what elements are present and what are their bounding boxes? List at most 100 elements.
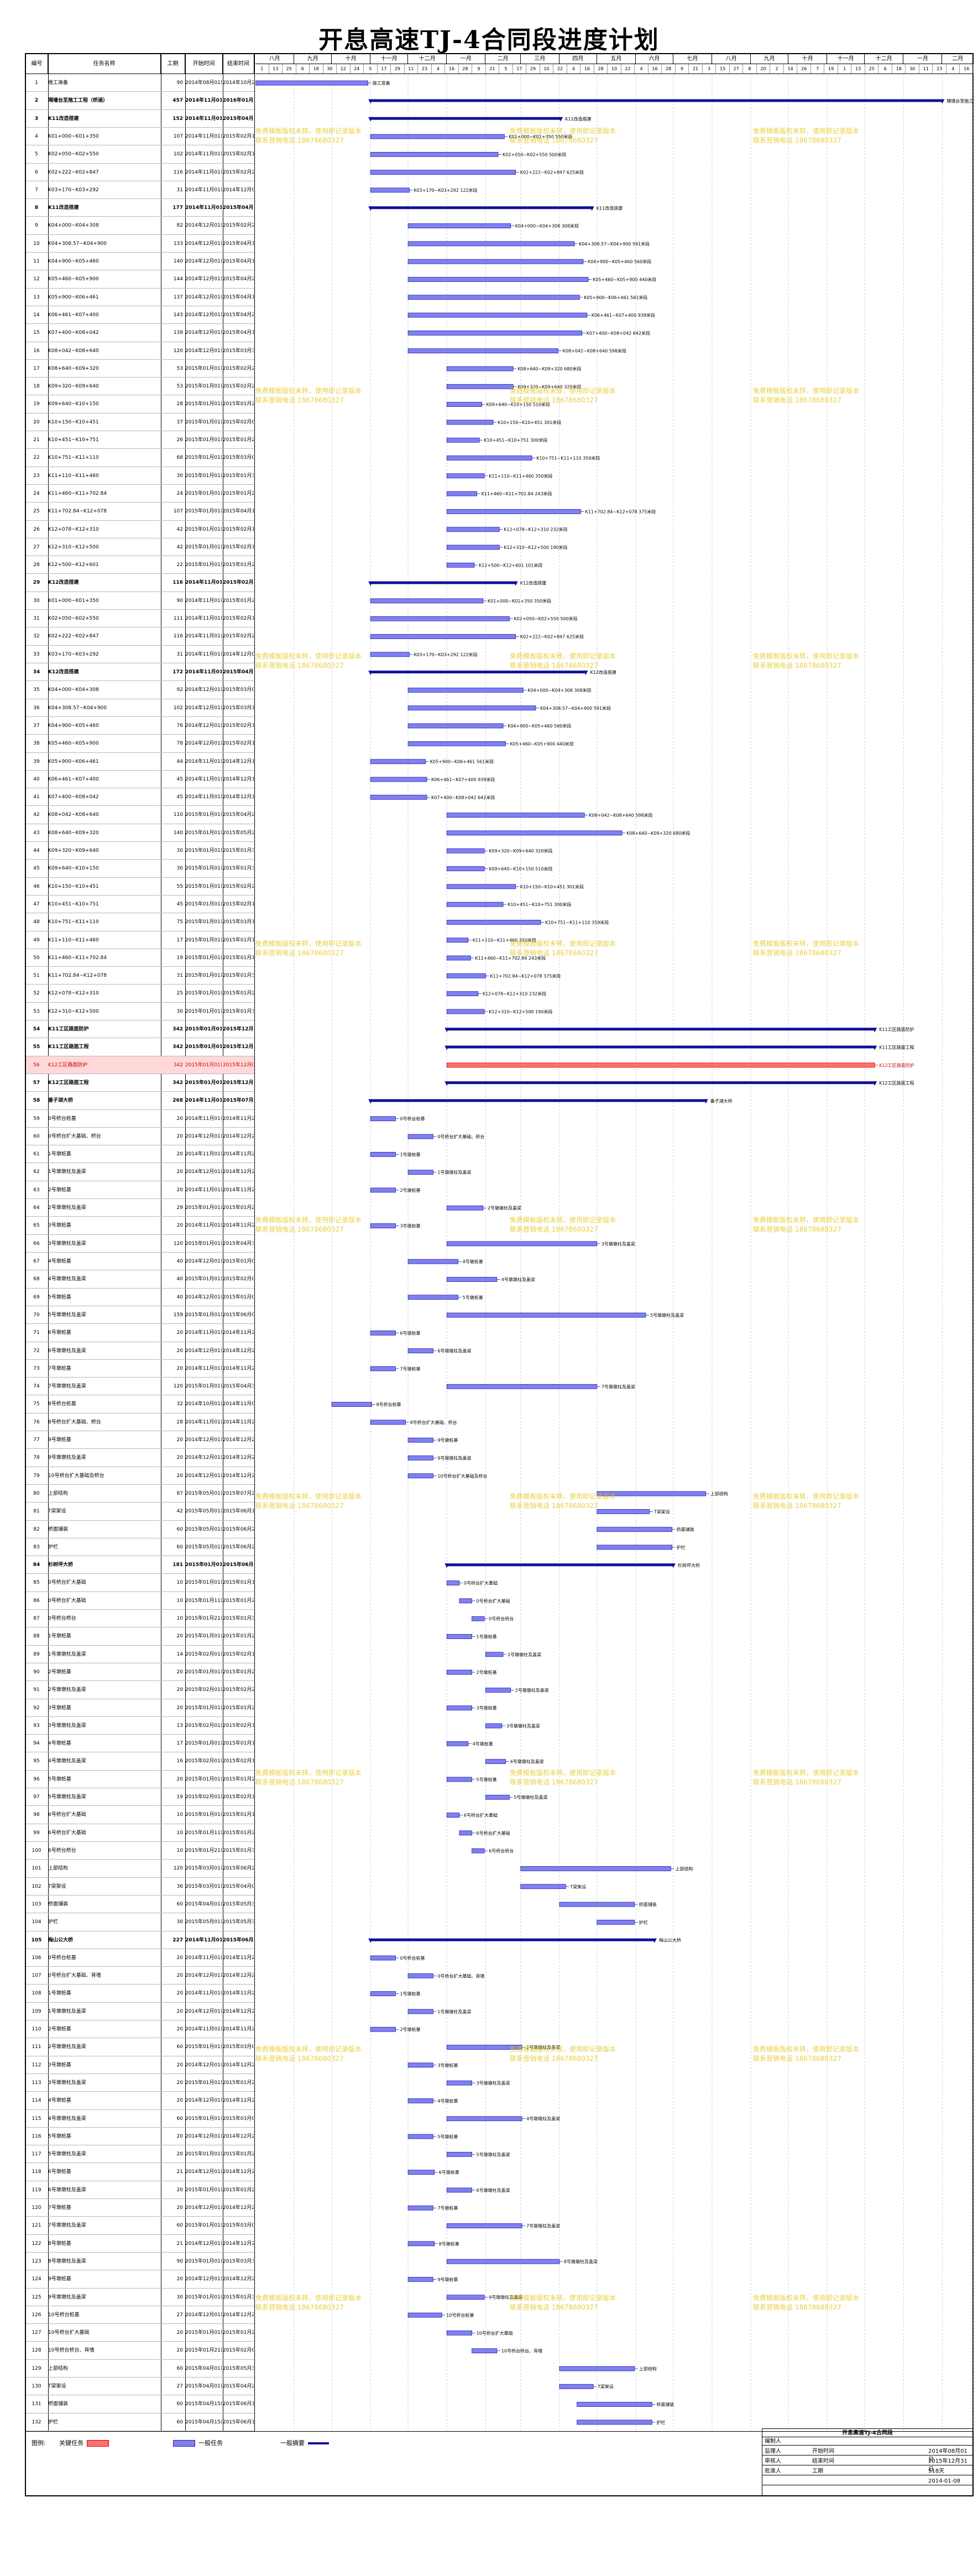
table-row[interactable]: 59 0号桥台桩基 202014年11月01日2014年11月20日: [26, 1110, 254, 1128]
task-bar[interactable]: [520, 1884, 566, 1889]
table-row[interactable]: 105 梅山公大桥 2272014年11月01日2015年06月15日: [26, 1931, 254, 1949]
task-bar[interactable]: [597, 1527, 673, 1532]
table-row[interactable]: 2 隔墙台至施工工程（桥涵） 4572014年11月01日2016年01月31日: [26, 92, 254, 110]
table-row[interactable]: 46 K10+150~K10+451 552015年01月01日2015年02月24…: [26, 878, 254, 896]
table-row[interactable]: 40 K06+461~K07+400 452014年11月01日2014年12月15…: [26, 771, 254, 789]
task-bar[interactable]: [446, 1705, 472, 1711]
summary-bar[interactable]: [447, 1563, 673, 1567]
task-bar[interactable]: [407, 2009, 433, 2014]
task-bar[interactable]: [370, 652, 410, 657]
table-row[interactable]: 73 7号墩桩基 202014年11月01日2014年11月20日: [26, 1360, 254, 1378]
task-bar[interactable]: [331, 1402, 372, 1407]
critical-task-bar[interactable]: [446, 1062, 875, 1068]
table-row[interactable]: 9 K04+000~K04+308 822014年12月01日2015年02月20日: [26, 217, 254, 235]
task-bar[interactable]: [370, 759, 426, 765]
table-row[interactable]: 53 K12+310~K12+500 302015年01月01日2015年01月30…: [26, 1003, 254, 1021]
task-bar[interactable]: [459, 1598, 472, 1604]
table-row[interactable]: 23 K11+110~K11+460 302015年01月01日2015年01月30…: [26, 467, 254, 485]
task-bar[interactable]: [446, 473, 485, 479]
task-bar[interactable]: [407, 348, 559, 354]
task-bar[interactable]: [370, 151, 499, 157]
task-bar[interactable]: [559, 1902, 635, 1907]
table-row[interactable]: 8 K11改造搭建 1772014年11月01日2015年04月26日: [26, 199, 254, 217]
task-bar[interactable]: [370, 794, 427, 800]
table-row[interactable]: 29 K12改造搭建 1162014年11月01日2015年02月24日: [26, 574, 254, 592]
table-row[interactable]: 11 K04+900~K05+460 1402014年12月01日2015年04月1…: [26, 253, 254, 271]
task-bar[interactable]: [459, 1830, 472, 1836]
table-row[interactable]: 127 10号桥台扩大基础 202015年01月01日2015年01月20日: [26, 2324, 254, 2342]
task-bar[interactable]: [472, 2348, 498, 2354]
task-bar[interactable]: [407, 241, 575, 247]
task-bar[interactable]: [370, 1991, 396, 1996]
table-row[interactable]: 82 桥面铺装 602015年05月01日2015年06月29日: [26, 1521, 254, 1538]
task-bar[interactable]: [559, 2384, 594, 2389]
task-bar[interactable]: [370, 1330, 396, 1336]
table-row[interactable]: 12 K05+460~K05+900 1442014年12月01日2015年04月2…: [26, 270, 254, 289]
table-row[interactable]: 70 5号墩墩柱及盖梁 1592015年01月01日2015年06月08日: [26, 1306, 254, 1324]
column-header-id[interactable]: 编号: [26, 54, 48, 74]
table-row[interactable]: 15 K07+400~K08+042 1392014年12月01日2015年04月1…: [26, 324, 254, 342]
table-row[interactable]: 31 K02+050~K02+550 1112014年11月01日2015年02月1…: [26, 610, 254, 628]
table-row[interactable]: 57 K12工区路面工程 3422015年01月01日2015年12月08日: [26, 1074, 254, 1092]
task-bar[interactable]: [370, 1420, 406, 1425]
table-row[interactable]: 129 上部结构 602015年04月01日2015年05月30日: [26, 2360, 254, 2378]
task-bar[interactable]: [407, 295, 580, 300]
task-bar[interactable]: [370, 1955, 396, 1961]
task-bar[interactable]: [472, 1848, 485, 1854]
table-row[interactable]: 43 K08+640~K09+320 1402015年01月01日2015年05月2…: [26, 824, 254, 842]
table-row[interactable]: 5 K02+050~K02+550 1022014年11月01日2015年02月10…: [26, 145, 254, 164]
column-header-duration[interactable]: 工期: [161, 54, 185, 74]
table-row[interactable]: 87 0号桥台桥台 102015年01月21日2015年01月30日: [26, 1610, 254, 1628]
table-row[interactable]: 38 K05+460~K05+900 782014年12月01日2015年02月16…: [26, 735, 254, 753]
task-bar[interactable]: [407, 330, 583, 336]
table-row[interactable]: 69 5号墩桩基 402014年12月01日2015年01月09日: [26, 1289, 254, 1306]
summary-bar[interactable]: [370, 671, 586, 674]
table-row[interactable]: 93 3号墩墩柱及盖梁 132015年02月01日2015年02月13日: [26, 1717, 254, 1735]
task-bar[interactable]: [446, 866, 485, 871]
task-bar[interactable]: [407, 705, 536, 711]
table-row[interactable]: 24 K11+460~K11+702.84 24 2015年01月01日 2015年01…: [26, 485, 254, 503]
task-bar[interactable]: [407, 2205, 433, 2211]
task-bar[interactable]: [407, 1295, 459, 1300]
table-row[interactable]: 72 6号墩墩柱及盖梁 202014年12月01日2014年12月20日: [26, 1342, 254, 1360]
task-bar[interactable]: [446, 384, 514, 389]
task-bar[interactable]: [577, 2420, 652, 2425]
table-row[interactable]: 101 上部结构 1202015年03月01日2015年06月28日: [26, 1860, 254, 1878]
table-row[interactable]: 108 1号墩桩基 202014年11月01日2014年11月20日: [26, 1985, 254, 2003]
task-bar[interactable]: [407, 1348, 433, 1354]
task-bar[interactable]: [485, 1652, 504, 1657]
task-bar[interactable]: [446, 1813, 460, 1818]
task-bar[interactable]: [446, 1384, 598, 1389]
task-bar[interactable]: [446, 902, 504, 907]
table-row[interactable]: 112 3号墩桩基 202014年12月01日2014年12月20日: [26, 2056, 254, 2074]
table-row[interactable]: 26 K12+078~K12+310 422015年01月01日2015年02月11…: [26, 521, 254, 538]
task-bar[interactable]: [446, 1634, 472, 1639]
task-bar[interactable]: [446, 2295, 485, 2300]
table-row[interactable]: 106 0号桥台桩基 202014年11月01日2014年11月20日: [26, 1949, 254, 1967]
task-bar[interactable]: [446, 491, 477, 496]
table-row[interactable]: 45 K09+640~K10+150 302015年01月01日2015年01月30…: [26, 860, 254, 878]
task-bar[interactable]: [446, 1009, 485, 1014]
task-bar[interactable]: [370, 1151, 396, 1157]
task-bar[interactable]: [446, 884, 516, 889]
task-bar[interactable]: [446, 1741, 469, 1746]
summary-bar[interactable]: [447, 1081, 875, 1085]
table-row[interactable]: 114 4号墩桩基 202014年12月01日2014年12月20日: [26, 2092, 254, 2110]
task-bar[interactable]: [446, 1580, 460, 1586]
summary-bar[interactable]: [370, 117, 561, 120]
table-row[interactable]: 55 K11工区路面工程 3422015年01月01日2015年12月08日: [26, 1038, 254, 1056]
summary-bar[interactable]: [370, 1938, 655, 1941]
table-row[interactable]: 22 K10+751~K11+110 682015年01月01日2015年03月09…: [26, 449, 254, 467]
table-row[interactable]: 78 9号墩墩柱及盖梁 202014年12月01日2014年12月20日: [26, 1449, 254, 1467]
table-row[interactable]: 21 K10+451~K10+751 262015年01月01日2015年01月26…: [26, 431, 254, 449]
table-row[interactable]: 95 4号墩墩柱及盖梁 162015年02月01日2015年02月16日: [26, 1752, 254, 1771]
task-bar[interactable]: [370, 598, 484, 604]
task-bar[interactable]: [446, 1669, 472, 1675]
task-bar[interactable]: [485, 1794, 510, 1800]
task-bar[interactable]: [446, 991, 479, 997]
table-row[interactable]: 77 9号墩桩基 202014年12月01日2014年12月20日: [26, 1431, 254, 1449]
summary-bar[interactable]: [447, 1028, 875, 1031]
task-bar[interactable]: [370, 634, 516, 639]
task-bar[interactable]: [485, 1688, 511, 1693]
table-row[interactable]: 35 K04+000~K04+308 922014年12月01日2015年03月02…: [26, 681, 254, 699]
